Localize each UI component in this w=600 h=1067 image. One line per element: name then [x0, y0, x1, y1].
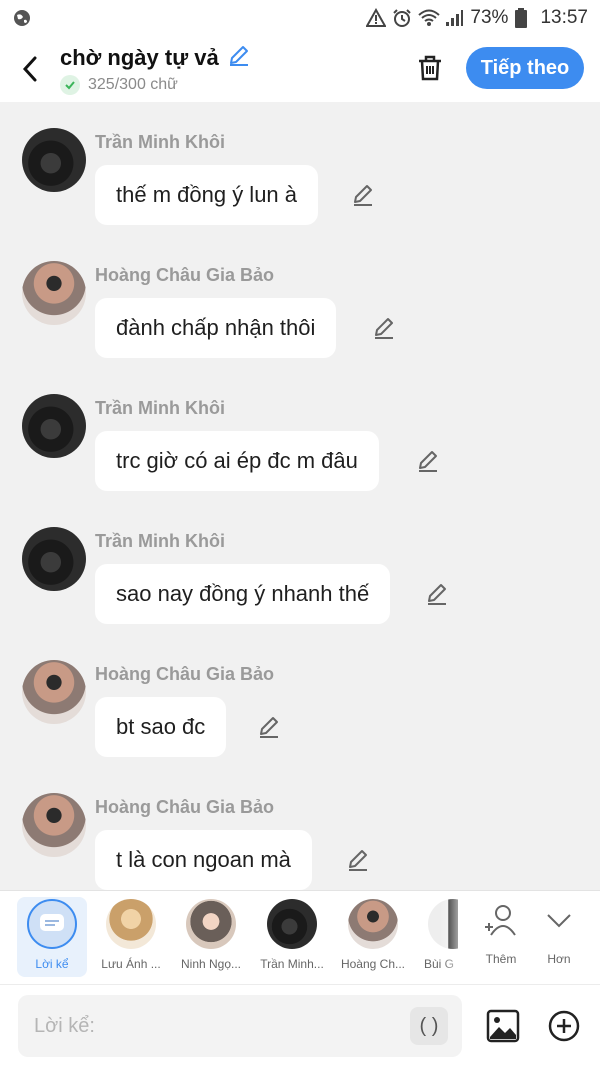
message-item: Trần Minh Khôi trc giờ có ai ép đc m đâu: [0, 368, 600, 498]
check-icon: [60, 75, 80, 95]
edit-message-icon[interactable]: [350, 182, 376, 208]
avatar[interactable]: [22, 527, 86, 591]
avatar: [186, 899, 236, 949]
message-bubble[interactable]: thế m đồng ý lun à: [95, 165, 319, 225]
battery-percent: 73%: [470, 7, 509, 28]
globe-icon: [12, 8, 32, 28]
message-item: Trần Minh Khôi sao nay đồng ý nhanh thế: [0, 501, 600, 631]
chevron-down-icon: [547, 914, 571, 928]
next-button[interactable]: Tiếp theo: [466, 47, 584, 89]
alert-icon: [365, 7, 388, 28]
add-character-button[interactable]: Thêm: [476, 903, 526, 966]
add-label: Thêm: [485, 952, 517, 966]
character-item[interactable]: Hoàng Ch...: [338, 897, 408, 977]
avatar[interactable]: [22, 793, 86, 857]
character-item[interactable]: Trần Minh...: [257, 897, 327, 977]
sender-name: Trần Minh Khôi: [95, 398, 225, 418]
compose-bar: ( ): [0, 984, 600, 1067]
character-label: Hoàng Ch...: [340, 957, 406, 971]
add-circle-icon[interactable]: [548, 1010, 580, 1042]
narration-input[interactable]: [18, 995, 462, 1057]
sender-name: Trần Minh Khôi: [95, 531, 225, 551]
signal-icon: [444, 8, 464, 28]
message-item: Hoàng Châu Gia Bảo đành chấp nhận thôi: [0, 235, 600, 365]
character-item[interactable]: Ninh Ngọ...: [176, 897, 246, 977]
message-list[interactable]: Trần Minh Khôi thế m đồng ý lun à Hoàng …: [0, 102, 600, 890]
narrator-avatar: [27, 899, 77, 949]
title-block: chờ ngày tự vả 325/300 chữ: [60, 43, 251, 95]
status-bar: 73% 13:57: [0, 0, 600, 36]
back-button[interactable]: [0, 36, 60, 102]
trash-icon: [419, 55, 441, 81]
sender-name: Hoàng Châu Gia Bảo: [95, 265, 275, 285]
edit-message-icon[interactable]: [345, 847, 371, 873]
story-header: chờ ngày tự vả 325/300 chữ Tiếp theo: [0, 36, 600, 102]
edit-title-icon[interactable]: [227, 43, 251, 72]
message-item: Trần Minh Khôi thế m đồng ý lun à: [0, 102, 600, 232]
character-label: Trần Minh...: [260, 957, 324, 971]
avatar[interactable]: [22, 128, 86, 192]
avatar: [348, 899, 398, 949]
battery-icon: [514, 8, 534, 28]
character-picker: Lời kể Lưu Ánh ... Ninh Ngọ... Trần Minh…: [0, 890, 600, 985]
character-item[interactable]: Lưu Ánh ...: [96, 897, 166, 977]
image-icon[interactable]: [486, 1009, 520, 1043]
edit-message-icon[interactable]: [415, 448, 441, 474]
sender-name: Trần Minh Khôi: [95, 132, 225, 152]
avatar: [106, 899, 156, 949]
character-label: Lời kể: [35, 957, 69, 971]
edit-message-icon[interactable]: [256, 714, 282, 740]
clock: 13:57: [540, 7, 588, 28]
char-count: 325/300 chữ: [88, 76, 178, 93]
message-bubble[interactable]: bt sao đc: [95, 697, 227, 757]
add-person-icon: [485, 905, 516, 936]
message-bubble[interactable]: t là con ngoan mà: [95, 830, 312, 890]
message-bubble[interactable]: đành chấp nhận thôi: [95, 298, 337, 358]
avatar: [267, 899, 317, 949]
more-label: Hơn: [547, 952, 571, 966]
alarm-icon: [392, 8, 412, 28]
message-item: Hoàng Châu Gia Bảo t là con ngoan mà: [0, 767, 600, 890]
story-title: chờ ngày tự vả: [60, 44, 219, 70]
character-label: Lưu Ánh ...: [101, 957, 161, 971]
chat-bubble-icon: [40, 914, 64, 931]
chevron-left-icon: [22, 56, 37, 82]
character-narrator[interactable]: Lời kể: [17, 897, 87, 977]
scroll-fade: [440, 891, 470, 985]
edit-message-icon[interactable]: [424, 581, 450, 607]
character-label: Ninh Ngọ...: [180, 957, 242, 971]
edit-message-icon[interactable]: [371, 315, 397, 341]
avatar[interactable]: [22, 660, 86, 724]
sender-name: Hoàng Châu Gia Bảo: [95, 797, 275, 817]
avatar[interactable]: [22, 394, 86, 458]
message-bubble[interactable]: sao nay đồng ý nhanh thế: [95, 564, 391, 624]
wifi-icon: [418, 8, 441, 28]
parentheses-button[interactable]: ( ): [410, 1007, 448, 1045]
delete-button[interactable]: [412, 50, 448, 86]
message-bubble[interactable]: trc giờ có ai ép đc m đâu: [95, 431, 379, 491]
message-item: Hoàng Châu Gia Bảo bt sao đc: [0, 634, 600, 764]
sender-name: Hoàng Châu Gia Bảo: [95, 664, 275, 684]
more-button[interactable]: Hơn: [534, 903, 584, 966]
avatar[interactable]: [22, 261, 86, 325]
